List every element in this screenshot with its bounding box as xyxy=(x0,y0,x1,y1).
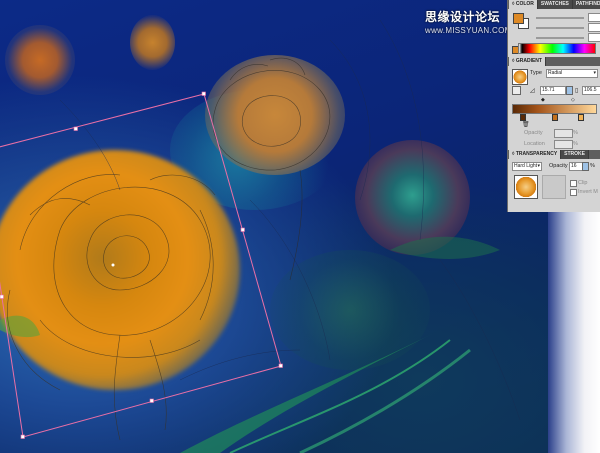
gradient-stop-1[interactable] xyxy=(520,114,526,121)
color-value-1[interactable] xyxy=(588,13,600,22)
gradient-angle-field[interactable]: 15.71 xyxy=(540,86,566,95)
delete-stop-icon[interactable]: 🗑 xyxy=(522,121,530,128)
object-thumbnail[interactable] xyxy=(514,175,538,199)
clip-label: Clip xyxy=(578,180,588,186)
gradient-type-label: Type xyxy=(530,70,542,76)
transparency-opacity-field[interactable]: 16 xyxy=(569,162,583,171)
angle-dropdown-icon[interactable] xyxy=(566,86,573,95)
panel-stack: ◊ COLOR SWATCHES PATHFINDER ◊ GRADIENT T… xyxy=(507,0,600,212)
midpoint-marker-1[interactable]: ◆ xyxy=(541,97,545,103)
watermark-title: 思缘设计论坛 xyxy=(425,10,501,24)
gradient-slider-bar[interactable] xyxy=(512,104,597,114)
angle-icon: ◿ xyxy=(530,88,535,94)
gradient-stop-3[interactable] xyxy=(578,114,584,121)
color-panel-tabbar: ◊ COLOR SWATCHES PATHFINDER xyxy=(508,0,600,9)
center-point xyxy=(111,263,115,267)
stop-location-field[interactable] xyxy=(554,140,573,149)
handle-right-middle xyxy=(240,227,245,232)
reverse-gradient-icon[interactable] xyxy=(512,86,521,95)
stop-opacity-field[interactable] xyxy=(554,129,573,138)
opacity-dropdown-icon[interactable] xyxy=(582,162,589,171)
handle-top-middle xyxy=(73,126,78,131)
tab-gradient[interactable]: ◊ GRADIENT xyxy=(509,57,546,66)
blend-mode-select[interactable]: Hard Light xyxy=(512,162,542,171)
tab-stroke[interactable]: STROKE xyxy=(561,150,590,159)
handle-bottom-right xyxy=(278,363,283,368)
handle-left-middle xyxy=(0,294,4,299)
color-value-3[interactable] xyxy=(588,33,600,42)
watermark: 思缘设计论坛 www.MISSYUAN.COM xyxy=(425,8,512,35)
selection-bounding-box xyxy=(0,93,282,438)
aspect-ratio-icon: ▯ xyxy=(575,88,579,94)
midpoint-marker-2[interactable]: ◇ xyxy=(571,97,575,103)
clip-checkbox[interactable] xyxy=(570,180,577,187)
transparency-opacity-label: Opacity xyxy=(549,163,568,169)
transparency-panel: Hard Light Opacity 16 % Clip Invert M xyxy=(508,159,600,211)
stop-location-unit: % xyxy=(573,141,578,147)
transparency-panel-tabbar: ◊ TRANSPARENCY STROKE xyxy=(508,150,600,159)
handle-bottom-middle xyxy=(149,398,154,403)
color-panel xyxy=(508,9,600,57)
color-slider-2[interactable] xyxy=(536,27,584,29)
gradient-aspect-field[interactable]: 106.5 xyxy=(582,86,600,95)
gradient-panel: Type Radial ◿ 15.71 ▯ 106.5 ◆ ◇ 🗑 Opacit… xyxy=(508,66,600,150)
transparency-opacity-unit: % xyxy=(590,163,595,169)
stop-opacity-label: Opacity xyxy=(524,130,543,136)
gradient-type-select[interactable]: Radial xyxy=(546,69,598,78)
gradient-panel-tabbar: ◊ GRADIENT xyxy=(508,57,600,66)
handle-top-right xyxy=(201,91,206,96)
color-slider-1[interactable] xyxy=(536,17,584,19)
opacity-mask-thumbnail[interactable] xyxy=(542,175,566,199)
gradient-stop-2[interactable] xyxy=(552,114,558,121)
color-value-2[interactable] xyxy=(588,23,600,32)
invert-mask-label: Invert M xyxy=(578,189,598,195)
watermark-url: www.MISSYUAN.COM xyxy=(425,26,512,35)
stroke-swatch-icon[interactable] xyxy=(513,13,524,24)
color-slider-3[interactable] xyxy=(536,37,584,39)
invert-mask-checkbox[interactable] xyxy=(570,189,577,196)
stop-opacity-unit: % xyxy=(573,130,578,136)
stop-location-label: Location xyxy=(524,141,545,147)
gradient-thumbnail-icon[interactable] xyxy=(512,69,528,85)
tab-swatches[interactable]: SWATCHES xyxy=(537,0,573,9)
tab-pathfinder[interactable]: PATHFINDER xyxy=(572,0,600,9)
tab-transparency[interactable]: ◊ TRANSPARENCY xyxy=(509,150,562,159)
handle-bottom-left xyxy=(20,434,25,439)
tab-color[interactable]: ◊ COLOR xyxy=(509,0,538,9)
color-spectrum[interactable] xyxy=(518,43,596,54)
